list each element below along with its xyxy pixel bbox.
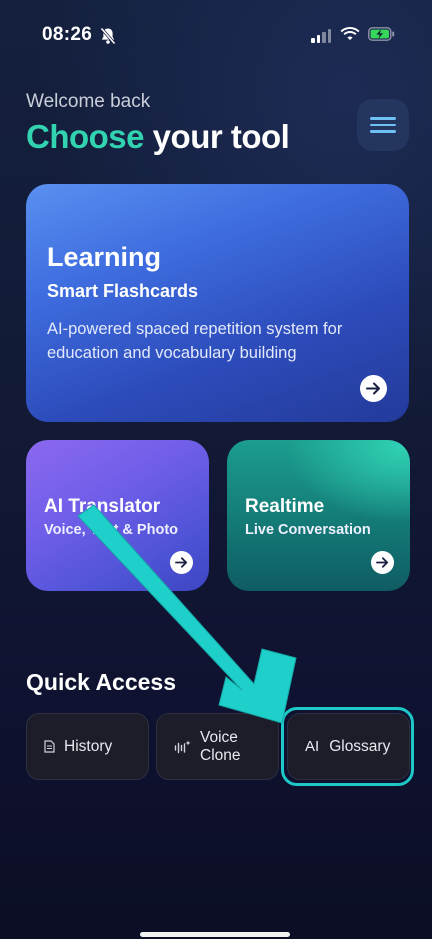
history-label: History [64, 737, 113, 755]
history-button[interactable]: History [26, 713, 149, 780]
battery-charging-icon [368, 27, 396, 46]
waveform-sparkle-icon [174, 740, 191, 754]
page-title: Choose your tool [26, 118, 290, 156]
home-indicator [140, 932, 290, 937]
learning-subtitle: Smart Flashcards [47, 281, 199, 301]
wifi-icon [340, 26, 360, 46]
glossary-highlight-box [281, 707, 414, 786]
realtime-title: Realtime [245, 496, 325, 517]
voice-clone-label: Voice Clone [200, 728, 241, 764]
learning-card[interactable]: Learning Smart Flashcards AI-powered spa… [26, 184, 409, 422]
menu-button[interactable] [357, 99, 409, 151]
bell-muted-icon [100, 27, 116, 50]
learning-description: AI-powered spaced repetition system for … [47, 320, 343, 362]
document-icon [44, 740, 55, 753]
translator-card[interactable]: AI Translator Voice, Text & Photo [26, 440, 209, 591]
arrow-right-icon[interactable] [360, 375, 387, 402]
title-accent: Choose [26, 118, 145, 155]
welcome-text: Welcome back [26, 91, 151, 112]
realtime-card[interactable]: Realtime Live Conversation [227, 440, 410, 591]
voice-clone-button[interactable]: Voice Clone [156, 713, 279, 780]
signal-icon [311, 29, 331, 43]
status-time: 08:26 [42, 24, 93, 45]
hamburger-icon [370, 113, 396, 137]
arrow-right-icon[interactable] [371, 551, 394, 574]
translator-title: AI Translator [44, 496, 161, 517]
title-rest: your tool [144, 118, 290, 155]
quick-access-title: Quick Access [26, 669, 177, 695]
learning-title: Learning [47, 242, 162, 272]
translator-subtitle: Voice, Text & Photo [44, 522, 179, 538]
arrow-right-icon[interactable] [170, 551, 193, 574]
realtime-subtitle: Live Conversation [245, 522, 371, 538]
